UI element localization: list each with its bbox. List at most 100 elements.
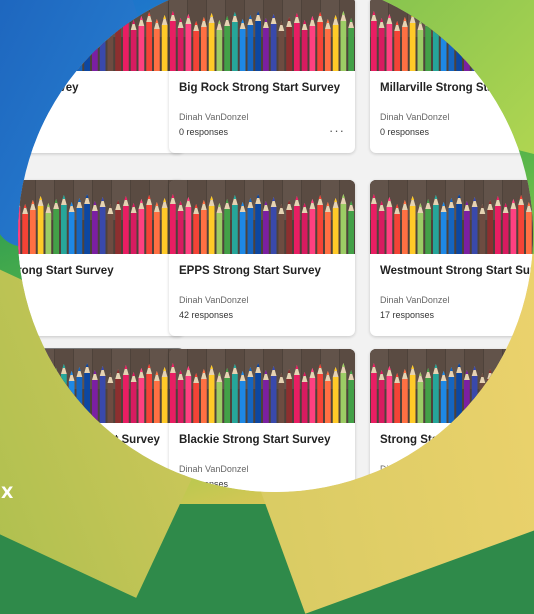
survey-card[interactable]: k Strong Start Survey Donzel es [18,180,184,336]
pencil [201,200,207,254]
survey-card[interactable]: rt Survey [18,348,185,492]
survey-card[interactable]: Strong Start S Dinah [370,349,533,492]
card-title: EPPS Strong Start Survey [179,265,321,277]
pencil [170,363,176,423]
survey-card[interactable]: Blackie Strong Start Survey Dinah VanDon… [169,349,355,492]
pencil [92,18,98,71]
pencil [270,14,277,71]
survey-card[interactable]: rong Start Survey [18,0,184,153]
more-options-icon[interactable]: ··· [329,123,345,138]
card-title: Westmount Strong Start Survey [380,265,533,277]
pencil [154,202,160,254]
pencils-image [18,349,184,423]
pencils-image [370,349,533,423]
pencil [456,11,462,71]
pencil [440,19,447,71]
pencil [471,197,478,254]
pencil [232,364,238,423]
pencil [294,13,300,71]
survey-card[interactable]: Millarville Strong Start Dinah VanDonzel… [370,0,533,153]
pencil [495,365,501,423]
pencil [309,368,316,423]
pencil [440,202,447,254]
pencil [386,197,393,254]
card-author: Donzel [18,295,27,305]
pencil [239,202,246,254]
card-responses: 0 responses [380,127,430,137]
pencil [255,363,261,423]
pencil [170,11,176,71]
pencil [239,371,246,423]
pencil [92,370,98,423]
pencils-graphic [169,0,355,71]
pencil [30,369,36,423]
pencil [76,367,83,423]
pencil [294,196,300,254]
pencil [325,202,331,254]
survey-card[interactable]: EPPS Strong Start Survey Dinah VanDonzel… [169,180,355,336]
pencil [371,363,377,423]
pencil [193,21,199,71]
pencil [425,368,431,423]
card-title: Millarville Strong Start [380,82,503,94]
pencil [270,197,277,254]
pencil [409,196,416,254]
pencil [309,199,316,254]
survey-card[interactable]: Big Rock Strong Start Survey Dinah VanDo… [169,0,355,153]
card-title: Big Rock Strong Start Survey [179,82,341,94]
pencil [471,14,478,71]
pencils-graphic [18,180,184,254]
pencil [464,370,470,423]
pencil [526,19,532,71]
pencil [76,15,83,71]
pencils-graphic [18,349,184,423]
pencil [286,200,292,254]
pencils-image [169,0,355,71]
pencil [232,12,238,71]
pencils-graphic [169,349,355,423]
pencil [332,15,339,71]
pencil [208,13,215,71]
pencil [146,364,152,423]
pencil [464,201,470,254]
card-title: Strong Start S [380,434,458,446]
pencil [378,370,385,423]
pencil [456,194,462,254]
pencil [177,201,184,254]
pencils-image [18,180,184,254]
pencil [170,194,176,254]
pencil [115,369,121,423]
pencil [216,372,223,423]
pencil [130,203,137,254]
pencil [394,373,400,423]
pencil [107,373,114,423]
pencil [99,14,106,71]
pencil [348,18,354,71]
pencil [448,15,455,71]
pencil [53,16,59,71]
pencil [115,17,121,71]
pencil [76,198,83,254]
pencil [68,19,75,71]
pencil [340,11,347,71]
pencil [332,367,339,423]
pencil [68,371,75,423]
pencil [479,373,486,423]
pencil [510,199,517,254]
pencil [37,196,44,254]
pencil [526,371,532,423]
pencils-image [370,0,533,71]
pencil [123,196,129,254]
pencil [402,17,408,71]
pencil [371,194,377,254]
pencil [185,197,192,254]
pencil [263,201,269,254]
pencil [348,370,354,423]
card-author: Dinah VanDonzel [179,295,249,305]
pencil [402,200,408,254]
pencil [130,372,137,423]
pencil [278,21,285,71]
pencils-image [370,180,533,254]
pencil [317,195,323,254]
survey-card[interactable]: Westmount Strong Start Survey Dinah VanD… [370,180,533,336]
